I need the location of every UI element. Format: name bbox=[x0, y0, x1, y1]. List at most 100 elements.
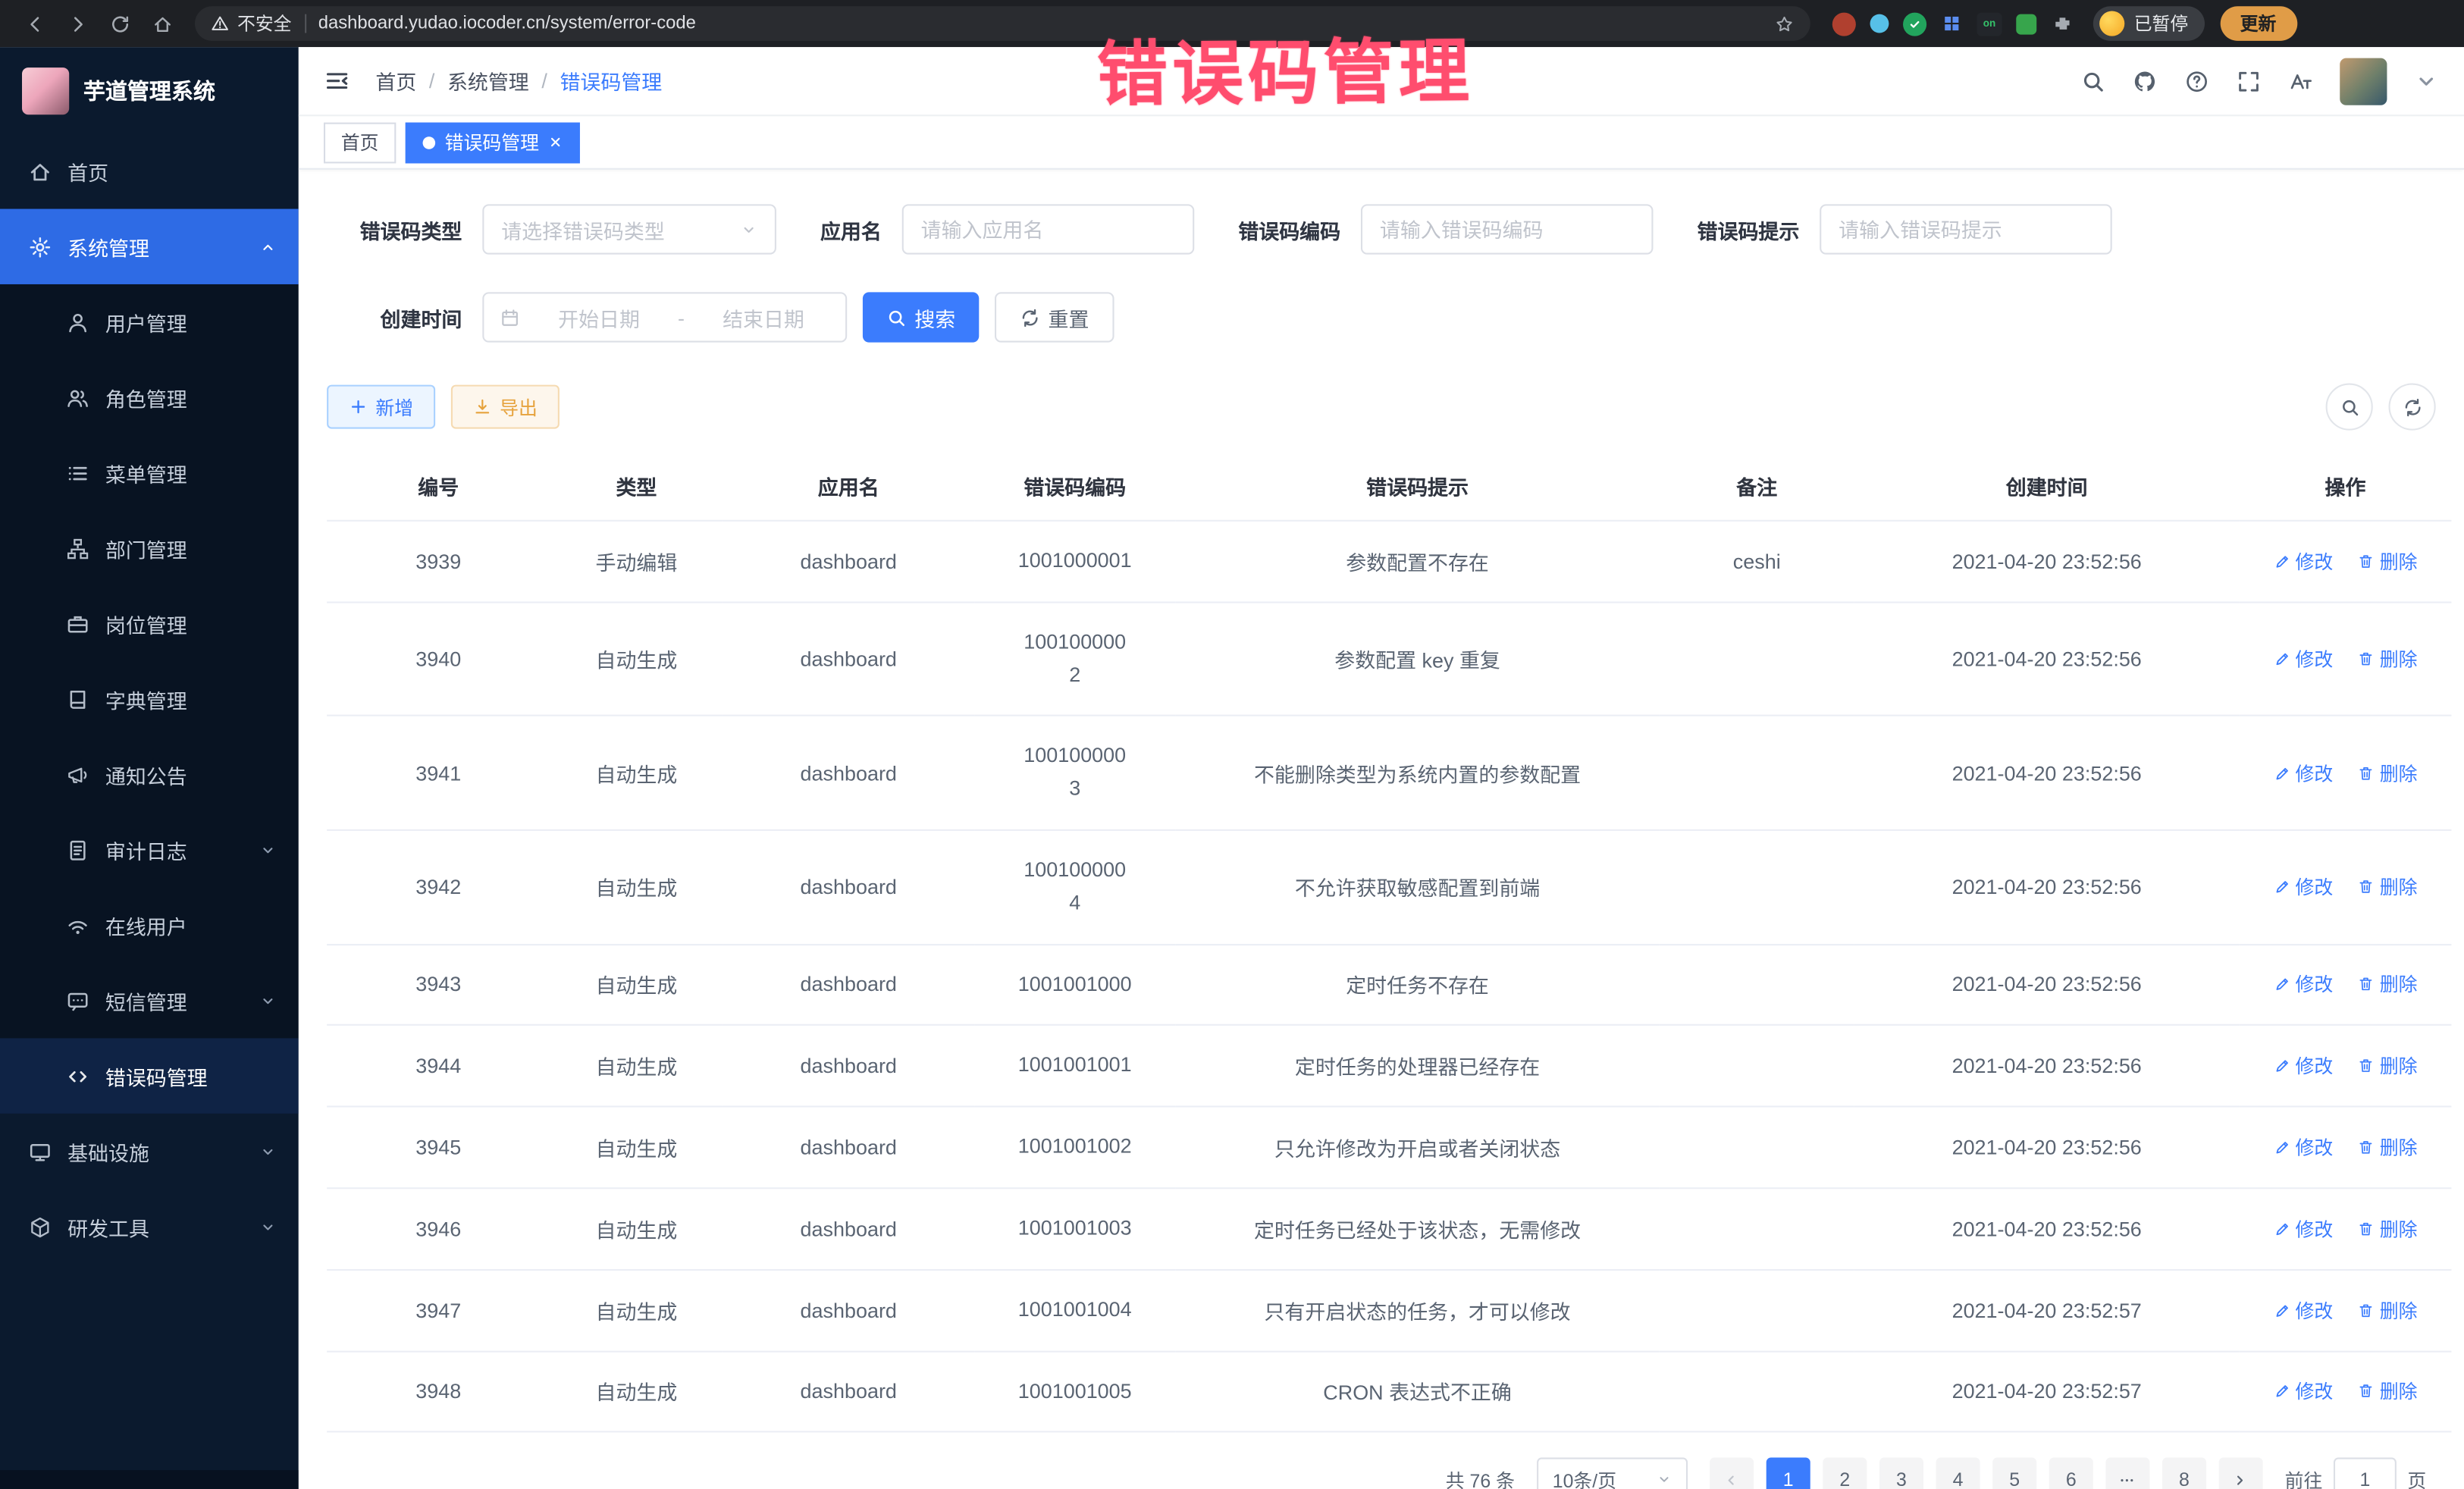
breadcrumb-separator: / bbox=[429, 69, 435, 92]
cell-ops: 修改 删除 bbox=[2240, 1188, 2452, 1269]
search-button[interactable]: 搜索 bbox=[863, 292, 979, 342]
page-button-2[interactable]: 2 bbox=[1823, 1458, 1867, 1489]
extension-grid-icon[interactable] bbox=[1941, 13, 1963, 35]
sidebar-item-roles[interactable]: 角色管理 bbox=[0, 359, 299, 434]
edit-link[interactable]: 修改 bbox=[2274, 1053, 2334, 1080]
download-icon bbox=[473, 397, 492, 416]
filter-hint-input[interactable] bbox=[1826, 205, 2106, 252]
edit-link[interactable]: 修改 bbox=[2274, 760, 2334, 786]
security-chip[interactable]: 不安全 bbox=[211, 11, 292, 36]
sidebar-item-audit-log[interactable]: 审计日志 bbox=[0, 812, 299, 887]
delete-link[interactable]: 删除 bbox=[2358, 1053, 2418, 1080]
breadcrumb-home[interactable]: 首页 bbox=[375, 66, 416, 96]
filter-code-input[interactable] bbox=[1367, 205, 1647, 252]
extension-green-icon[interactable] bbox=[2016, 14, 2036, 34]
sidebar-item-system[interactable]: 系统管理 bbox=[0, 209, 299, 284]
cell-type: 自动生成 bbox=[550, 1188, 723, 1269]
delete-link[interactable]: 删除 bbox=[2358, 548, 2418, 575]
code-icon bbox=[66, 1064, 89, 1088]
sidebar-item-online-users[interactable]: 在线用户 bbox=[0, 888, 299, 963]
close-icon[interactable] bbox=[548, 135, 563, 149]
chevron-down-icon[interactable] bbox=[2414, 68, 2439, 93]
show-search-button[interactable] bbox=[2326, 383, 2373, 430]
export-button[interactable]: 导出 bbox=[451, 385, 560, 429]
sidebar-item-infra[interactable]: 基础设施 bbox=[0, 1114, 299, 1189]
font-size-icon[interactable] bbox=[2288, 68, 2313, 93]
extensions-puzzle-icon[interactable] bbox=[2051, 12, 2074, 36]
menu-fold-icon[interactable] bbox=[324, 67, 350, 94]
page-button-5[interactable]: 5 bbox=[1992, 1458, 2036, 1489]
cell-hint: 定时任务不存在 bbox=[1175, 944, 1659, 1025]
more-pages-button[interactable] bbox=[2105, 1458, 2149, 1489]
edit-link[interactable]: 修改 bbox=[2274, 971, 2334, 998]
tab-home[interactable]: 首页 bbox=[324, 122, 396, 163]
cell-type: 自动生成 bbox=[550, 1107, 723, 1188]
cell-ops: 修改 删除 bbox=[2240, 1107, 2452, 1188]
page-button-3[interactable]: 3 bbox=[1879, 1458, 1923, 1489]
browser-forward-button[interactable] bbox=[58, 5, 96, 42]
edit-link[interactable]: 修改 bbox=[2274, 1297, 2334, 1324]
page-button-6[interactable]: 6 bbox=[2049, 1458, 2093, 1489]
sidebar-item-error-code[interactable]: 错误码管理 bbox=[0, 1038, 299, 1113]
extension-red-icon[interactable] bbox=[1832, 12, 1856, 36]
document-icon bbox=[66, 838, 89, 861]
bookmark-star-icon[interactable] bbox=[1774, 14, 1795, 34]
delete-link[interactable]: 删除 bbox=[2358, 760, 2418, 786]
table-row: 3943 自动生成 dashboard 1001001000 定时任务不存在 2… bbox=[327, 944, 2451, 1025]
delete-link[interactable]: 删除 bbox=[2358, 1297, 2418, 1324]
extension-green-check-icon[interactable] bbox=[1903, 12, 1926, 36]
edit-link[interactable]: 修改 bbox=[2274, 1134, 2334, 1161]
sidebar-item-depts[interactable]: 部门管理 bbox=[0, 510, 299, 585]
prev-page-button[interactable] bbox=[1710, 1458, 1754, 1489]
sidebar-item-menus[interactable]: 菜单管理 bbox=[0, 435, 299, 510]
delete-link[interactable]: 删除 bbox=[2358, 873, 2418, 900]
sidebar-item-dev-tools[interactable]: 研发工具 bbox=[0, 1189, 299, 1264]
tab-error-code[interactable]: 错误码管理 bbox=[406, 122, 580, 163]
breadcrumb-system[interactable]: 系统管理 bbox=[447, 66, 529, 96]
filter-app-input[interactable] bbox=[908, 205, 1188, 252]
delete-link[interactable]: 删除 bbox=[2358, 1134, 2418, 1161]
paused-badge[interactable]: 已暂停 bbox=[2093, 6, 2204, 41]
page-button-4[interactable]: 4 bbox=[1936, 1458, 1980, 1489]
sidebar-item-sms[interactable]: 短信管理 bbox=[0, 963, 299, 1038]
edit-link[interactable]: 修改 bbox=[2274, 1215, 2334, 1242]
sidebar-item-notice[interactable]: 通知公告 bbox=[0, 737, 299, 812]
refresh-table-button[interactable] bbox=[2389, 383, 2436, 430]
delete-link[interactable]: 删除 bbox=[2358, 1215, 2418, 1242]
user-avatar[interactable] bbox=[2340, 58, 2387, 105]
goto-page-input[interactable] bbox=[2334, 1458, 2397, 1489]
page-button-1[interactable]: 1 bbox=[1766, 1458, 1810, 1489]
sidebar-item-users[interactable]: 用户管理 bbox=[0, 284, 299, 359]
sidebar-item-dict[interactable]: 字典管理 bbox=[0, 661, 299, 736]
edit-link[interactable]: 修改 bbox=[2274, 873, 2334, 900]
edit-link[interactable]: 修改 bbox=[2274, 1378, 2334, 1405]
page-button-8[interactable]: 8 bbox=[2162, 1458, 2206, 1489]
extension-on-badge-icon[interactable]: on bbox=[1977, 12, 2002, 36]
page-size-select[interactable]: 10条/页 bbox=[1537, 1458, 1688, 1489]
extension-teal-icon[interactable] bbox=[1870, 14, 1889, 33]
delete-link[interactable]: 删除 bbox=[2358, 971, 2418, 998]
date-range-picker[interactable]: 开始日期 - 结束日期 bbox=[482, 292, 847, 342]
browser-home-button[interactable] bbox=[143, 5, 181, 42]
help-icon[interactable] bbox=[2184, 68, 2209, 93]
add-button[interactable]: 新增 bbox=[327, 385, 435, 429]
fullscreen-icon[interactable] bbox=[2236, 68, 2261, 93]
address-bar[interactable]: 不安全 dashboard.yudao.iocoder.cn/system/er… bbox=[195, 6, 1810, 41]
browser-back-button[interactable] bbox=[16, 5, 54, 42]
delete-link[interactable]: 删除 bbox=[2358, 1378, 2418, 1405]
search-icon[interactable] bbox=[2080, 68, 2105, 93]
browser-reload-button[interactable] bbox=[101, 5, 139, 42]
reset-button[interactable]: 重置 bbox=[995, 292, 1114, 342]
filter-type-select[interactable]: 请选择错误码类型 bbox=[482, 204, 776, 254]
sidebar-item-posts[interactable]: 岗位管理 bbox=[0, 586, 299, 661]
cube-icon bbox=[28, 1215, 52, 1238]
edit-link[interactable]: 修改 bbox=[2274, 646, 2334, 672]
browser-update-button[interactable]: 更新 bbox=[2220, 6, 2297, 41]
next-page-button[interactable] bbox=[2219, 1458, 2263, 1489]
edit-link[interactable]: 修改 bbox=[2274, 548, 2334, 575]
delete-link[interactable]: 删除 bbox=[2358, 646, 2418, 672]
github-icon[interactable] bbox=[2133, 68, 2158, 93]
org-tree-icon bbox=[66, 536, 89, 560]
cell-memo bbox=[1660, 944, 1854, 1025]
sidebar-item-home[interactable]: 首页 bbox=[0, 133, 299, 208]
